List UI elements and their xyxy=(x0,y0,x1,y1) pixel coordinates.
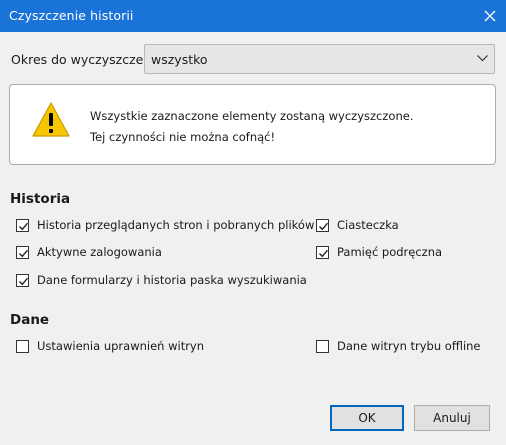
checkbox-label: Aktywne zalogowania xyxy=(37,245,162,259)
checkbox-label: Pamięć podręczna xyxy=(337,245,443,259)
warning-text-line1: Wszystkie zaznaczone elementy zostaną wy… xyxy=(90,109,414,123)
checkbox-box[interactable] xyxy=(16,218,29,232)
check-icon xyxy=(19,277,29,285)
checkbox-offline-site-data[interactable]: Dane witryn trybu offline xyxy=(316,338,481,354)
window-title: Czyszczenie historii xyxy=(9,8,134,23)
data-section-title: Dane xyxy=(10,312,50,328)
period-select-value: wszystko xyxy=(151,52,208,67)
checkbox-label: Ciasteczka xyxy=(337,218,399,232)
close-button[interactable] xyxy=(474,0,506,32)
ok-button[interactable]: OK xyxy=(330,405,404,431)
cancel-button[interactable]: Anuluj xyxy=(414,405,490,431)
history-section-title: Historia xyxy=(10,191,71,207)
check-icon xyxy=(19,222,29,230)
check-icon xyxy=(19,249,29,257)
period-select[interactable]: wszystko xyxy=(144,44,495,74)
checkbox-label: Dane witryn trybu offline xyxy=(337,339,481,353)
checkbox-box[interactable] xyxy=(316,245,329,259)
warning-icon xyxy=(32,102,70,137)
title-bar: Czyszczenie historii xyxy=(0,0,506,32)
checkbox-site-permissions[interactable]: Ustawienia uprawnień witryn xyxy=(16,338,204,354)
checkbox-cookies[interactable]: Ciasteczka xyxy=(316,217,399,233)
checkbox-label: Historia przeglądanych stron i pobranych… xyxy=(37,218,315,232)
check-icon xyxy=(319,222,329,230)
check-icon xyxy=(319,249,329,257)
checkbox-box[interactable] xyxy=(16,339,29,353)
checkbox-form-search-history[interactable]: Dane formularzy i historia paska wyszuki… xyxy=(16,272,307,288)
checkbox-box[interactable] xyxy=(316,339,329,353)
chevron-down-icon xyxy=(477,55,488,62)
warning-text-line2: Tej czynności nie można cofnąć! xyxy=(90,130,276,144)
checkbox-label: Dane formularzy i historia paska wyszuki… xyxy=(37,273,307,287)
checkbox-browsing-history[interactable]: Historia przeglądanych stron i pobranych… xyxy=(16,217,314,233)
checkbox-cache[interactable]: Pamięć podręczna xyxy=(316,244,442,260)
checkbox-box[interactable] xyxy=(316,218,329,232)
checkbox-active-logins[interactable]: Aktywne zalogowania xyxy=(16,244,162,260)
checkbox-label: Ustawienia uprawnień witryn xyxy=(37,339,205,353)
close-icon xyxy=(484,10,496,22)
checkbox-box[interactable] xyxy=(16,245,29,259)
checkbox-box[interactable] xyxy=(16,273,29,287)
warning-panel: Wszystkie zaznaczone elementy zostaną wy… xyxy=(9,84,496,165)
